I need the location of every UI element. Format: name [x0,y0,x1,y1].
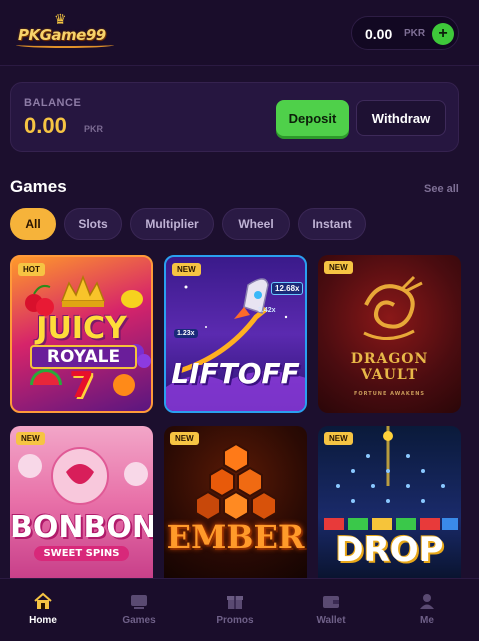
bottom-nav: Home Games Promos Wallet Me [0,578,479,641]
tile-badge: NEW [172,263,201,276]
tile-subtitle: VAULT [361,367,418,383]
nav-item-me[interactable]: Me [387,579,467,641]
user-icon [420,594,434,609]
tile-badge: HOT [18,263,45,276]
game-tile-juicy-royale[interactable]: HOT JUICY ROYALE 7 [10,255,153,413]
balance-label: BALANCE [24,97,82,109]
tile-title: DRAGON [350,351,429,367]
nav-label: Home [29,615,57,626]
nav-item-home[interactable]: Home [3,579,83,641]
dragon-emblem [363,275,423,340]
tile-badge: NEW [324,261,353,274]
tile-title: LIFTOFF [171,357,300,390]
multiplier-chip: 3.42x [258,307,276,314]
balance-amount: 0.00 [24,113,67,138]
nav-label: Me [420,615,434,626]
tile-subtitle: SWEET SPINS [34,546,129,561]
logo-swoosh [16,42,114,48]
nav-item-promos[interactable]: Promos [195,579,275,641]
tile-title: JUICY [36,311,127,346]
game-tile-drop[interactable]: NEW DROP [318,426,461,578]
filter-all[interactable]: All [10,208,56,240]
tile-title: DROP [335,530,444,570]
plus-icon[interactable]: + [432,23,454,45]
multiplier-chip: 1.23x [174,329,198,338]
tile-badge: NEW [324,432,353,445]
brand-logo[interactable]: ♛ PKGame99 [16,12,116,52]
deposit-button[interactable]: Deposit [276,100,349,136]
wallet-balance-pill[interactable]: 0.00 PKR + [351,16,459,50]
filter-instant[interactable]: Instant [298,208,366,240]
nav-item-wallet[interactable]: Wallet [291,579,371,641]
see-all-link[interactable]: See all [424,183,459,195]
crown-icon: ♛ [54,11,67,27]
wallet-icon [323,596,339,608]
withdraw-button[interactable]: Withdraw [356,100,446,136]
multiplier-chip: 12.68x [271,282,304,295]
game-tile-ember[interactable]: NEW EMBER [164,426,307,578]
nav-item-games[interactable]: Games [99,579,179,641]
tile-title: EMBER [166,518,305,556]
home-icon [34,592,52,609]
filter-slots[interactable]: Slots [64,208,122,240]
wallet-amount: 0.00 [365,26,393,42]
tile-title: BONBON [10,510,153,545]
nav-label: Games [122,615,156,626]
tile-seven: 7 [68,365,95,406]
balance-card: BALANCE 0.00 PKR Deposit Withdraw [10,82,459,152]
tile-tagline: FORTUNE AWAKENS [354,391,425,397]
games-icon [131,595,147,609]
game-tile-bonbon[interactable]: NEW BONBON SWEET SPINS [10,426,153,578]
wallet-currency: PKR [404,28,426,39]
nav-label: Wallet [316,615,346,626]
nav-label: Promos [216,615,254,626]
filter-wheel[interactable]: Wheel [222,208,290,240]
balance-currency: PKR [84,124,104,134]
games-section-title: Games [10,177,67,196]
top-bar: ♛ PKGame99 0.00 PKR + [0,0,479,66]
gift-icon [227,596,243,609]
tile-badge: NEW [16,432,45,445]
tile-badge: NEW [170,432,199,445]
game-tile-dragon-vault[interactable]: NEW DRAGON VAULT FORTUNE AWAKENS [318,255,461,413]
filter-multiplier[interactable]: Multiplier [130,208,214,240]
game-tile-liftoff[interactable]: NEW 12.68x 3.42x 1.23x LIFTOFF [164,255,307,413]
